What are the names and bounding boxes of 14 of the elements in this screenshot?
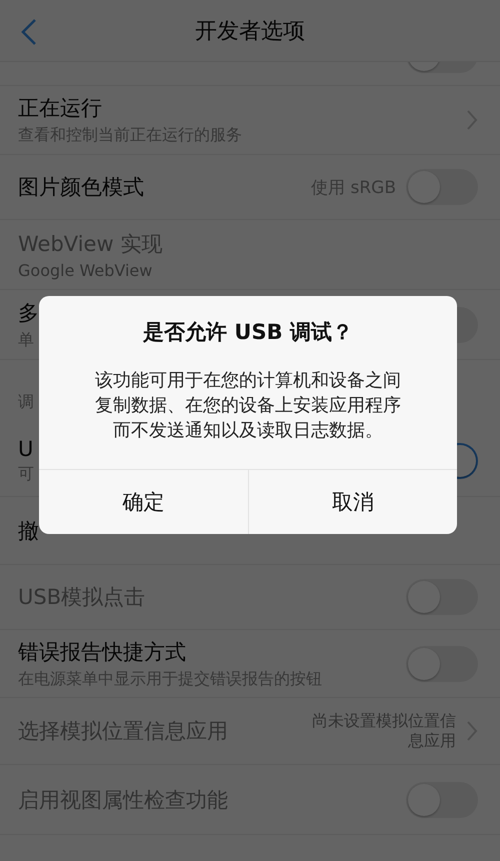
setting-title: 多: [18, 300, 39, 326]
setting-title: U: [18, 436, 34, 460]
setting-title: 撤: [18, 518, 39, 544]
toggle-switch[interactable]: [406, 646, 478, 682]
back-icon[interactable]: [20, 18, 38, 46]
setting-title: 图片颜色模式: [18, 174, 144, 201]
setting-title: 正在运行: [18, 95, 102, 122]
cancel-button[interactable]: 取消: [248, 470, 457, 534]
page-title: 开发者选项: [195, 18, 305, 46]
confirm-button[interactable]: 确定: [39, 470, 248, 534]
setting-title: 错误报告快捷方式: [18, 638, 186, 666]
dialog-title: 是否允许 USB 调试？: [143, 319, 353, 346]
dialog-message: 该功能可用于在您的计算机和设备之间复制数据、在您的设备上安装应用程序而不发送通知以及读取日志数据。: [95, 369, 401, 443]
toggle-switch[interactable]: [406, 169, 478, 205]
